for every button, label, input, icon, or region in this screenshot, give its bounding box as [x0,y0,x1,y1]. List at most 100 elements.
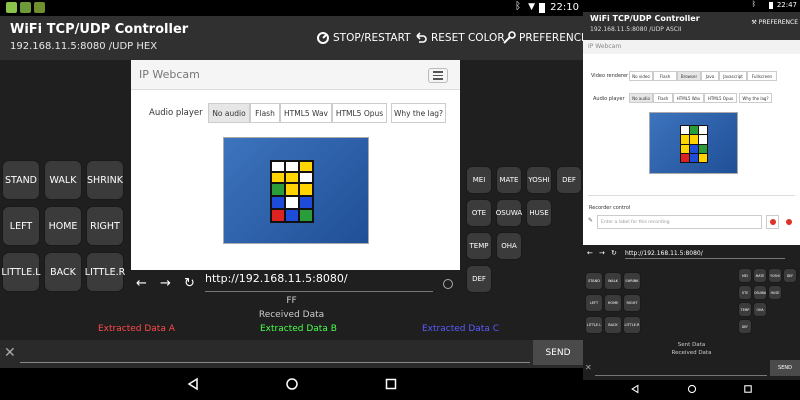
little-r-button[interactable]: LITTLE.R [85,252,125,292]
mei-button[interactable]: MEI [466,166,492,194]
audio-option-no-audio[interactable]: No audio [208,103,250,123]
url-input[interactable]: http://192.168.11.5:8080/ [205,272,348,285]
oha-button[interactable]: OHA [753,302,767,317]
status-bar: 22:10 ▼ ᛒ [0,0,583,16]
nav-home-icon[interactable] [687,384,697,394]
walk-button[interactable]: WALK [604,272,622,290]
osuwa-button[interactable]: OSUWA [496,199,522,227]
video-option[interactable]: Browser [677,71,701,81]
mate-button[interactable]: MATE [496,166,522,194]
yoshi-button[interactable]: YOSHI [526,166,552,194]
back-arrow-icon[interactable]: ← [136,276,147,291]
nav-home-icon[interactable] [285,377,299,391]
temp-button[interactable]: TEMP [738,302,752,317]
video-option[interactable]: Java [701,71,719,81]
def-button-2[interactable]: DEF [738,319,752,334]
send-button[interactable]: SEND [533,340,583,365]
recording-label-input[interactable]: Enter a label for this recording [597,215,762,229]
audio-option-html5-wav[interactable]: HTML5 Wav [280,103,332,123]
refresh-icon[interactable]: ↻ [611,249,617,257]
stop-restart-button[interactable]: STOP/RESTART [316,30,411,46]
oha-button[interactable]: OHA [496,232,522,260]
nav-recents-icon[interactable] [743,384,753,394]
video-option[interactable]: Flash [653,71,677,81]
rubiks-cube-image [680,125,708,163]
camera-webview[interactable]: IP Webcam Audio player No audio Flash HT… [131,60,460,298]
url-underline [625,258,785,259]
audio-option[interactable]: HTML5 Opus [704,93,737,103]
record-icon [785,219,792,225]
clear-icon[interactable]: ✕ [4,345,16,361]
preference-button[interactable]: ⚒ PREFERENCE [751,19,798,26]
rubiks-cube-image [270,160,314,224]
record-button[interactable] [782,215,795,229]
camera-webview[interactable]: IP Webcam Video renderer No video Flash … [583,40,800,245]
connection-info: 192.168.11.5:8080 /UDP HEX [10,41,158,52]
video-option[interactable]: No video [629,71,653,81]
video-option[interactable]: Javascript [719,71,747,81]
shrink-button[interactable]: SHRINK [623,272,641,290]
power-icon [317,32,329,44]
url-input[interactable]: http://192.168.11.5:8080/ [625,250,703,257]
send-input[interactable] [595,375,767,376]
home-button[interactable]: HOME [44,206,82,246]
left-button[interactable]: LEFT [2,206,40,246]
video-option[interactable]: Fullscreen [747,71,777,81]
osuwa-button[interactable]: OSUWA [753,285,767,300]
mate-button[interactable]: MATE [753,268,767,283]
reset-color-button[interactable]: RESET COLOR [414,30,505,46]
audio-option[interactable]: Why the lag? [739,93,772,103]
little-l-button[interactable]: LITTLE.L [585,316,603,334]
nav-back-icon[interactable] [186,377,200,391]
clear-icon[interactable]: ✕ [585,363,592,372]
webview-title: IP Webcam [139,68,200,81]
preference-button[interactable]: PREFERENCE [502,30,583,46]
tag-icon: ✎ [588,217,594,224]
send-button[interactable]: SEND [770,360,800,376]
huse-button[interactable]: HUSE [526,199,552,227]
nav-back-icon[interactable] [630,384,640,394]
forward-arrow-icon[interactable]: → [160,276,171,291]
wrench-icon: ⚒ [751,19,757,26]
right-button[interactable]: RIGHT [623,294,641,312]
def-button-1[interactable]: DEF [783,268,797,283]
sent-data-label: Sent Data [677,342,706,348]
nav-recents-icon[interactable] [384,377,398,391]
video-renderer-label: Video renderer [591,73,629,79]
back-button[interactable]: BACK [44,252,82,292]
audio-option[interactable]: Flash [653,93,673,103]
ote-button[interactable]: OTE [466,199,492,227]
forward-arrow-icon[interactable]: → [599,249,605,257]
stop-restart-label: STOP/RESTART [333,32,411,44]
walk-button[interactable]: WALK [44,160,82,200]
audio-player-label: Audio player [149,108,203,118]
mei-button[interactable]: MEI [738,268,752,283]
little-l-button[interactable]: LITTLE.L [1,252,41,292]
audio-option[interactable]: HTML5 Wav [673,93,704,103]
hamburger-menu-icon[interactable] [428,68,448,83]
audio-option-why-lag[interactable]: Why the lag? [391,103,446,123]
ote-button[interactable]: OTE [738,285,752,300]
stand-button[interactable]: STAND [585,272,603,290]
little-r-button[interactable]: LITTLE.R [623,316,641,334]
audio-option-flash[interactable]: Flash [250,103,280,123]
shrink-button[interactable]: SHRINK [86,160,124,200]
temp-button[interactable]: TEMP [466,232,492,260]
audio-option-html5-opus[interactable]: HTML5 Opus [332,103,387,123]
refresh-icon[interactable]: ↻ [184,276,195,291]
back-arrow-icon[interactable]: ← [587,249,593,257]
left-button[interactable]: LEFT [585,294,603,312]
right-button[interactable]: RIGHT [86,206,124,246]
stand-button[interactable]: STAND [2,160,40,200]
audio-option[interactable]: No audio [629,93,653,103]
record-settings-button[interactable] [766,215,779,229]
go-icon[interactable] [443,279,453,289]
def-button-2[interactable]: DEF [466,265,492,293]
send-input[interactable] [20,362,530,363]
huse-button[interactable]: HUSE [768,285,782,300]
yoshi-button[interactable]: YOSHI [768,268,782,283]
def-button-1[interactable]: DEF [556,166,582,194]
wifi-icon: ▼ [528,2,535,12]
back-button[interactable]: BACK [604,316,622,334]
home-button[interactable]: HOME [604,294,622,312]
